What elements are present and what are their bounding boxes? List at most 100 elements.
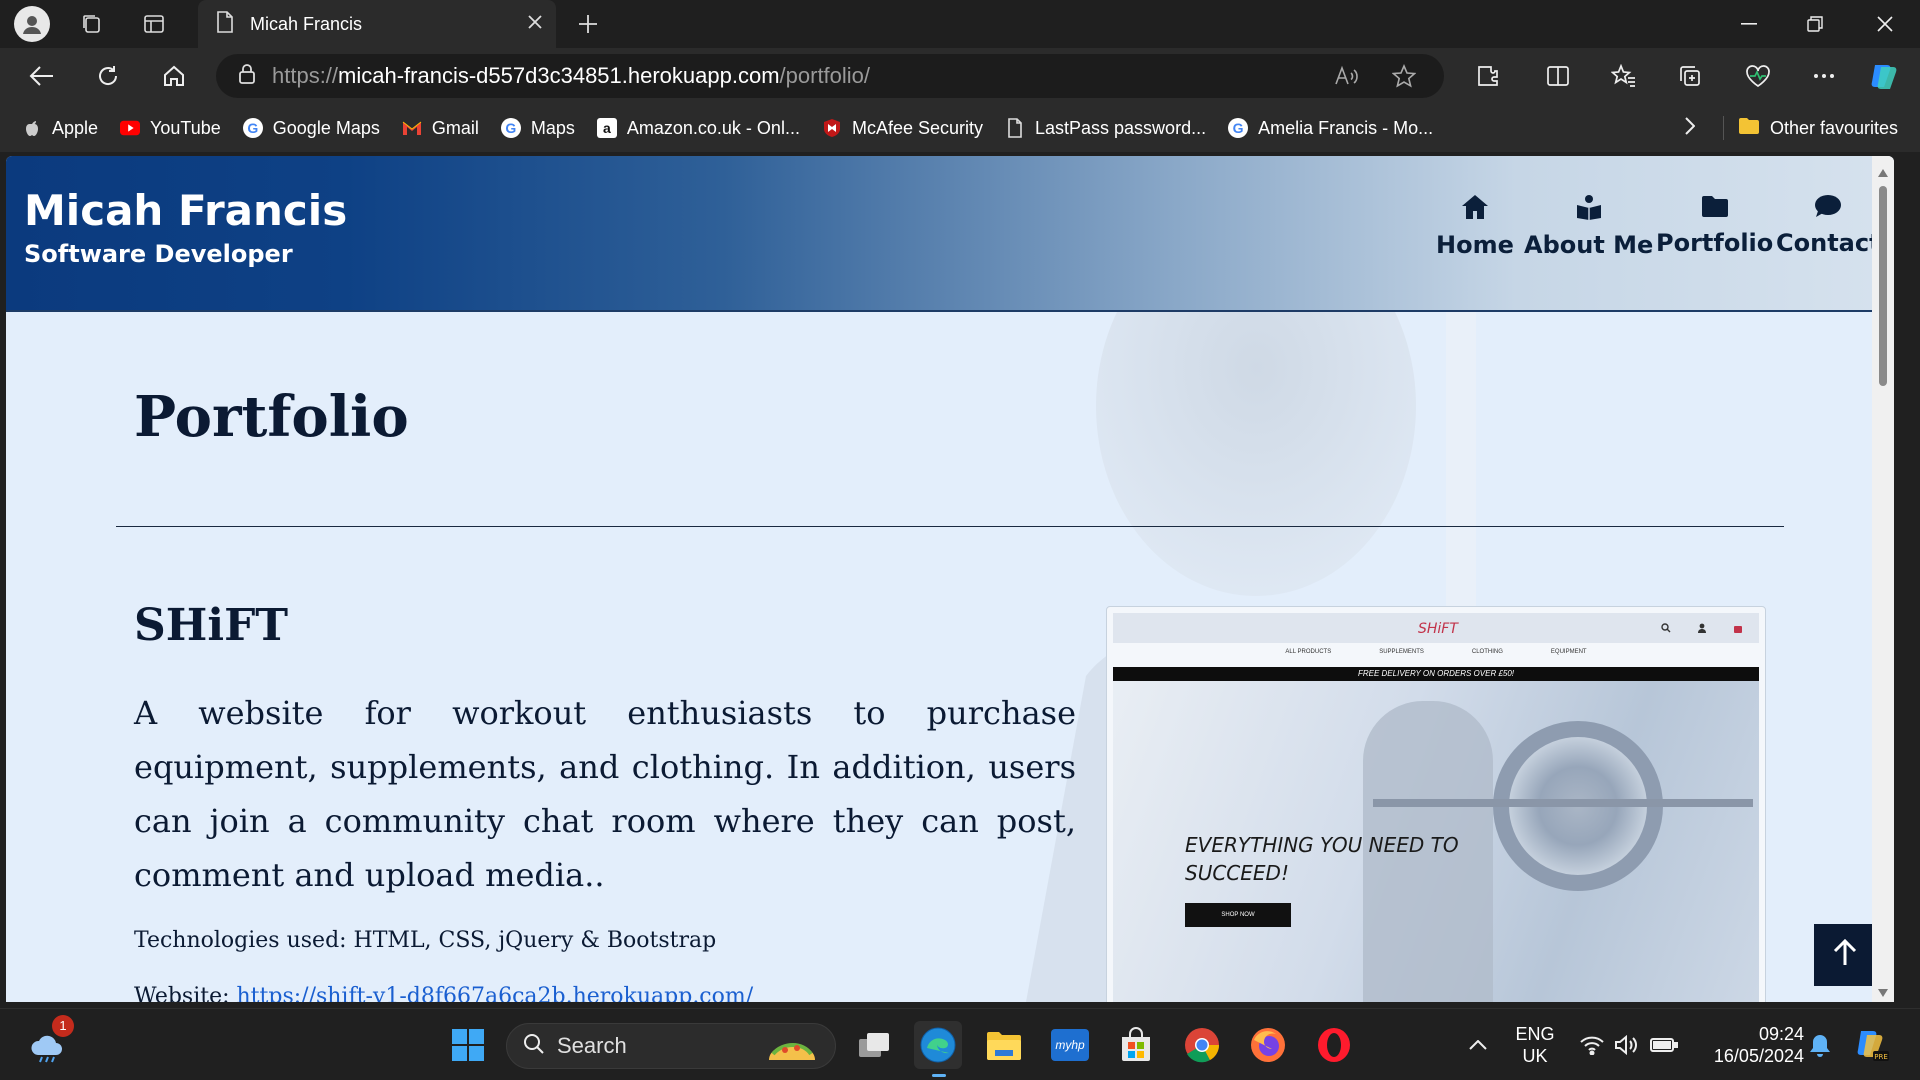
scroll-up-icon[interactable] [1878,164,1888,182]
refresh-button[interactable] [86,56,130,96]
apple-icon [22,118,42,138]
brand-role: Software Developer [24,240,293,268]
windows-icon [452,1029,484,1061]
account-icon [1697,620,1707,638]
show-hidden-icons[interactable] [1454,1021,1502,1069]
favorite-star-icon[interactable] [1391,63,1417,93]
notification-badge: 1 [52,1015,74,1037]
bookmark-maps[interactable]: G Maps [500,118,575,139]
bookmark-google-maps[interactable]: G Google Maps [242,118,380,139]
preview-shop-button: SHOP NOW [1185,903,1291,927]
svg-text:PRE: PRE [1874,1053,1888,1061]
web-page: Micah Francis Software Developer Home Ab… [6,156,1894,1002]
bookmark-amelia-francis[interactable]: G Amelia Francis - Mo... [1228,118,1433,139]
nav-portfolio[interactable]: Portfolio [1656,194,1773,257]
restore-button[interactable] [1782,0,1848,48]
scroll-thumb[interactable] [1879,186,1887,386]
profile-icon [14,6,50,42]
bookmark-amazon[interactable]: a Amazon.co.uk - Onl... [596,118,800,139]
taco-icon [763,1030,821,1069]
url-text[interactable]: https://micah-francis-d557d3c34851.herok… [272,63,870,89]
gmail-icon [402,118,422,138]
extensions-icon[interactable] [1466,56,1510,96]
nav-about-me[interactable]: About Me [1524,194,1653,259]
project-website: Website: https://shift-v1-d8f667a6ca2b.h… [134,984,753,1002]
google-icon: G [1228,118,1249,138]
google-icon: G [242,118,263,138]
bookmark-gmail[interactable]: Gmail [402,118,479,139]
nav-contact[interactable]: Contact [1776,194,1881,257]
chat-icon [1814,194,1842,223]
divider [1722,116,1724,140]
new-tab-button[interactable] [570,6,606,42]
microsoft-store-icon[interactable] [1112,1021,1160,1069]
nav-home[interactable]: Home [1436,194,1514,259]
address-bar[interactable]: https://micah-francis-d557d3c34851.herok… [216,54,1444,98]
start-button[interactable] [444,1021,492,1069]
folder-icon [1701,194,1729,223]
search-icon [523,1033,545,1060]
firefox-icon[interactable] [1244,1021,1292,1069]
chevron-right-icon[interactable] [1685,116,1696,140]
home-icon [1461,194,1489,225]
language-indicator[interactable]: ENG UK [1506,1023,1564,1067]
notification-bell-icon[interactable] [1796,1021,1844,1069]
brand-name[interactable]: Micah Francis [24,186,347,235]
task-view-icon[interactable] [850,1021,898,1069]
bookmark-lastpass[interactable]: LastPass password... [1005,118,1206,139]
search-icon [1661,620,1671,638]
clock[interactable]: 09:24 16/05/2024 [1694,1023,1804,1067]
copilot-icon[interactable] [1862,56,1906,96]
tab-actions-icon[interactable] [136,6,172,42]
minimize-button[interactable] [1716,0,1782,48]
weather-widget[interactable]: 1 [24,1015,74,1069]
bookmark-mcafee[interactable]: McAfee Security [822,118,983,139]
myhp-icon[interactable]: myhp [1046,1021,1094,1069]
battery-icon[interactable] [1640,1021,1688,1069]
project-website-link[interactable]: https://shift-v1-d8f667a6ca2b.herokuapp.… [237,984,754,1002]
project-screenshot[interactable]: SHiFT ALL PRODUCTS SUPPLEMENTS CLOTHING … [1106,606,1766,1002]
back-to-top-button[interactable] [1814,924,1876,986]
page-icon [1005,118,1025,138]
opera-icon[interactable] [1310,1021,1358,1069]
profile-button[interactable] [14,6,50,42]
preview-barbell [1373,799,1753,807]
close-tab-icon[interactable] [528,14,542,34]
reader-icon [1575,194,1603,225]
chrome-icon[interactable] [1178,1021,1226,1069]
more-options-icon[interactable] [1802,56,1846,96]
page-scrollbar[interactable] [1872,156,1894,1002]
file-explorer-icon[interactable] [980,1021,1028,1069]
preview-menu: ALL PRODUCTS SUPPLEMENTS CLOTHING EQUIPM… [1285,649,1587,655]
bookmark-apple[interactable]: Apple [22,118,98,139]
preview-header: SHiFT [1113,613,1759,643]
preview-headline: EVERYTHING YOU NEED TO SUCCEED! [1185,833,1459,885]
preview-hero: EVERYTHING YOU NEED TO SUCCEED! SHOP NOW [1113,681,1759,1002]
split-screen-icon[interactable] [1536,56,1580,96]
youtube-icon [120,118,141,138]
page-icon [216,10,234,38]
browser-essentials-icon[interactable] [1736,56,1780,96]
bookmark-youtube[interactable]: YouTube [120,118,221,139]
other-favourites[interactable]: Other favourites [1770,118,1898,139]
mcafee-icon [822,118,842,138]
copilot-taskbar-icon[interactable]: PRE [1848,1021,1896,1069]
close-window-button[interactable] [1852,0,1918,48]
tab-micah-francis[interactable]: Micah Francis [198,0,556,48]
bookmarks-overflow: Other favourites [1685,104,1898,152]
edge-taskbar-icon[interactable] [914,1021,962,1077]
project-title: SHiFT [134,600,289,651]
home-button[interactable] [152,56,196,96]
favorites-icon[interactable] [1602,56,1646,96]
workspaces-icon[interactable] [74,6,110,42]
bag-icon [1733,620,1743,638]
google-icon: G [500,118,521,138]
read-aloud-icon[interactable] [1334,64,1360,93]
back-button[interactable] [20,56,64,96]
title-bar: Micah Francis [0,0,1920,48]
taskbar-search[interactable]: Search [506,1023,836,1069]
amazon-icon: a [596,118,617,138]
lock-icon[interactable] [238,63,256,90]
scroll-down-icon[interactable] [1878,984,1888,1002]
collections-icon[interactable] [1668,56,1712,96]
